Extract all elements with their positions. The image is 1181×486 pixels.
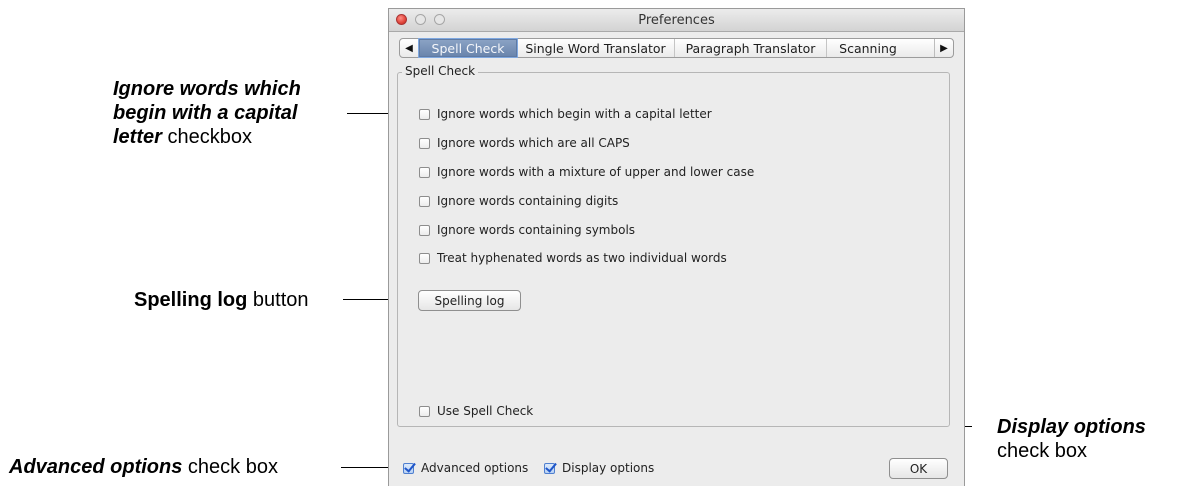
spelling-log-button[interactable]: Spelling log — [418, 290, 521, 311]
annotation-display-bold: Display options — [997, 416, 1146, 438]
option-use-spell-check[interactable]: Use Spell Check — [419, 403, 533, 419]
tab-scanning[interactable]: Scanning — [827, 39, 909, 57]
title-bar[interactable]: Preferences — [389, 9, 964, 32]
tab-paragraph-translator[interactable]: Paragraph Translator — [675, 39, 827, 57]
checkbox-advanced-options[interactable] — [403, 462, 414, 474]
option-ignore-digits-label: Ignore words containing digits — [437, 194, 619, 208]
option-ignore-mixed-case[interactable]: Ignore words with a mixture of upper and… — [419, 164, 754, 180]
ok-button[interactable]: OK — [889, 458, 948, 479]
preferences-window: Preferences ◀ Spell Check Single Word Tr… — [388, 8, 965, 486]
annotation-advanced: Advanced options check box — [9, 455, 278, 479]
option-ignore-digits[interactable]: Ignore words containing digits — [419, 193, 618, 209]
window-title: Preferences — [638, 13, 715, 28]
option-display-options[interactable]: Display options — [544, 460, 654, 476]
option-ignore-all-caps[interactable]: Ignore words which are all CAPS — [419, 135, 630, 151]
annotation-ignore-capital-line3-bold: letter — [113, 126, 162, 148]
annotation-spelling-log-bold: Spelling log — [134, 289, 248, 311]
option-display-options-label: Display options — [562, 461, 655, 475]
checkbox-display-options[interactable] — [544, 462, 555, 474]
checkbox-ignore-all-caps[interactable] — [419, 137, 430, 149]
checkbox-ignore-symbols[interactable] — [419, 224, 430, 236]
checkbox-ignore-mixed-case[interactable] — [419, 166, 430, 178]
annotation-advanced-rest: check box — [182, 456, 278, 478]
checkbox-ignore-digits[interactable] — [419, 195, 430, 207]
option-ignore-symbols-label: Ignore words containing symbols — [437, 223, 636, 237]
spell-check-group-label: Spell Check — [402, 64, 479, 78]
tab-scroll-right-icon[interactable]: ▶ — [934, 39, 953, 57]
annotation-ignore-capital-line2: begin with a capital — [113, 102, 298, 124]
option-ignore-symbols[interactable]: Ignore words containing symbols — [419, 222, 635, 238]
annotation-ignore-capital: Ignore words which begin with a capital … — [113, 77, 301, 149]
annotation-ignore-capital-line1: Ignore words which — [113, 78, 301, 100]
annotation-display-rest: check box — [997, 440, 1088, 462]
option-treat-hyphenated[interactable]: Treat hyphenated words as two individual… — [419, 250, 727, 266]
option-ignore-capital-label: Ignore words which begin with a capital … — [437, 107, 712, 121]
annotation-display: Display options check box — [997, 415, 1146, 463]
checkbox-ignore-capital[interactable] — [419, 108, 430, 120]
annotation-spelling-log-rest: button — [247, 289, 309, 311]
tab-single-word-translator[interactable]: Single Word Translator — [517, 39, 675, 57]
annotation-advanced-bold: Advanced options — [9, 456, 183, 478]
annotation-ignore-capital-line3-rest: checkbox — [161, 126, 252, 148]
option-ignore-all-caps-label: Ignore words which are all CAPS — [437, 136, 630, 150]
option-advanced-options[interactable]: Advanced options — [403, 460, 528, 476]
option-ignore-mixed-case-label: Ignore words with a mixture of upper and… — [437, 165, 755, 179]
annotation-spelling-log: Spelling log button — [134, 288, 309, 312]
option-advanced-options-label: Advanced options — [421, 461, 529, 475]
option-use-spell-check-label: Use Spell Check — [437, 404, 534, 418]
option-treat-hyphenated-label: Treat hyphenated words as two individual… — [437, 251, 727, 265]
tab-spell-check[interactable]: Spell Check — [419, 39, 517, 57]
checkbox-treat-hyphenated[interactable] — [419, 252, 430, 264]
option-ignore-capital[interactable]: Ignore words which begin with a capital … — [419, 106, 712, 122]
tab-strip: ◀ Spell Check Single Word Translator Par… — [399, 38, 954, 58]
checkbox-use-spell-check[interactable] — [419, 405, 430, 417]
tab-scroll-left-icon[interactable]: ◀ — [400, 39, 419, 57]
